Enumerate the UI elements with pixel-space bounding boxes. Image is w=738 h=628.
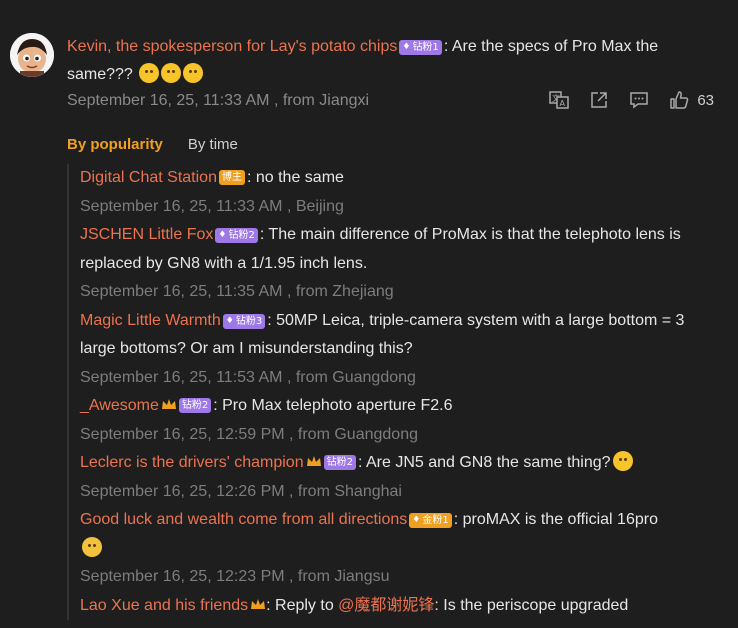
crown-icon [250, 595, 266, 611]
tab-by-popularity[interactable]: By popularity [67, 136, 163, 153]
blogger-badge[interactable]: 博主 [218, 170, 245, 185]
thinking-emoji-icon [161, 63, 182, 83]
fan-badge[interactable]: ♦ 钻粉3 [222, 313, 266, 329]
reply-text: JSCHEN Little Fox ♦ 钻粉2: The main differen… [80, 221, 720, 278]
reply-username[interactable]: Digital Chat Station [80, 169, 217, 186]
top-comment-meta: September 16, 25, 11:33 AM , from Jiangx… [67, 92, 369, 110]
reply-username[interactable]: Good luck and wealth come from all direc… [80, 511, 407, 528]
reply-username[interactable]: Magic Little Warmth [80, 312, 221, 329]
sort-tabs: By popularity By time [67, 136, 238, 153]
reply-meta: September 16, 25, 11:35 AM , from Zhejia… [80, 283, 394, 300]
reply-body: : Are JN5 and GN8 the same thing? [357, 454, 611, 471]
reply-meta: September 16, 25, 11:33 AM , Beijing [80, 197, 344, 215]
top-comment-location: , from Jiangxi [269, 92, 370, 109]
reply-meta: September 16, 25, 12:26 PM , from Shangh… [80, 482, 402, 500]
top-comment-time: September 16, 25, 11:33 AM [67, 92, 270, 109]
fan-badge[interactable]: 钻粉2 [323, 455, 356, 470]
tab-by-time[interactable]: By time [188, 136, 238, 153]
share-icon[interactable] [589, 90, 609, 110]
like-button[interactable]: 63 [669, 90, 714, 110]
comment-icon[interactable] [629, 90, 649, 110]
thumbs-up-icon [670, 91, 689, 109]
badge-label: 钻粉2 [181, 400, 209, 411]
diamond-icon: ♦ [218, 230, 227, 240]
diamond-icon: ♦ [225, 315, 234, 326]
thinking-emoji-icon [139, 63, 160, 83]
list-item: Magic Little Warmth ♦ 钻粉3: 50MP Leica, tri… [80, 307, 727, 393]
fan-badge[interactable]: ♦ 钻粉2 [215, 228, 258, 243]
crown-icon [161, 395, 177, 411]
badge-label: 钻粉3 [235, 315, 263, 327]
badge-label: 钻粉2 [326, 457, 353, 468]
diamond-icon: ♦ [402, 42, 411, 52]
reply-username[interactable]: Leclerc is the drivers' champion [80, 454, 304, 471]
list-item: Digital Chat Station 博主 : no the same Sept… [80, 164, 727, 221]
reply-body: : Pro Max telephoto aperture F2.6 [213, 397, 453, 414]
fan-badge-label: 钻粉1 [412, 42, 439, 53]
svg-text:A: A [560, 99, 566, 108]
crown-icon [306, 452, 322, 468]
reply-username[interactable]: _Awesome [80, 397, 159, 414]
badge-label: 金粉1 [422, 515, 449, 526]
comment-actions: 文A 63 [549, 90, 714, 110]
badge-label: 博主 [221, 172, 242, 183]
reply-username[interactable]: JSCHEN Little Fox [80, 226, 213, 243]
reply-text: Leclerc is the drivers' champion 钻粉2 : Are… [80, 449, 720, 478]
list-item: JSCHEN Little Fox ♦ 钻粉2: The main differen… [80, 221, 727, 307]
reply-text: Magic Little Warmth ♦ 钻粉3: 50MP Leica, tri… [80, 307, 720, 364]
badge-label: 钻粉2 [228, 230, 255, 241]
reply-prefix: : Reply to [266, 596, 339, 614]
diamond-icon: ♦ [412, 515, 421, 525]
reply-username[interactable]: Lao Xue and his friends [80, 597, 248, 614]
doge-emoji-icon [82, 536, 102, 557]
list-item: Lao Xue and his friends : Reply to @魔都谢妮锋… [80, 592, 727, 621]
reply-body: : proMAX is the official 16pro [453, 511, 658, 528]
shushing-emoji-icon [612, 451, 633, 471]
reply-text: Lao Xue and his friends : Reply to @魔都谢妮锋… [80, 592, 720, 621]
reply-meta: September 16, 25, 12:23 PM , from Jiangs… [80, 568, 390, 585]
reply-meta: September 16, 25, 11:53 AM , from Guangd… [80, 368, 416, 386]
list-item: _Awesome 钻粉2 : Pro Max telephoto aperture … [80, 392, 727, 449]
top-comment-username[interactable]: Kevin, the spokesperson for Lay's potato… [67, 38, 397, 55]
reply-body: : no the same [246, 169, 344, 186]
avatar[interactable] [10, 33, 54, 77]
translate-icon[interactable]: 文A [549, 90, 570, 110]
fan-badge[interactable]: 钻粉2 [178, 398, 212, 413]
reply-list: Digital Chat Station 博主 : no the same Sept… [67, 164, 727, 620]
list-item: Leclerc is the drivers' champion 钻粉2 : Are… [80, 449, 727, 506]
reply-meta: September 16, 25, 12:59 PM , from Guangd… [80, 425, 418, 443]
like-count: 63 [697, 91, 714, 109]
weibo-comment-panel: Kevin, the spokesperson for Lay's potato… [0, 0, 738, 628]
cartoon-boy-avatar-icon [10, 33, 54, 77]
reply-text: Digital Chat Station 博主 : no the same [80, 164, 720, 193]
list-item: Good luck and wealth come from all direc… [80, 506, 727, 592]
thinking-emoji-icon [183, 63, 204, 83]
fan-badge[interactable]: ♦ 钻粉1 [399, 40, 442, 55]
top-comment-text: Kevin, the spokesperson for Lay's potato… [67, 33, 707, 89]
gold-fan-badge[interactable]: ♦ 金粉1 [409, 513, 452, 528]
reply-text: _Awesome 钻粉2 : Pro Max telephoto aperture … [80, 392, 720, 421]
reply-text: Good luck and wealth come from all direc… [80, 506, 720, 563]
reply-body: : Is the periscope upgraded [434, 596, 629, 614]
mention-link[interactable]: @魔都谢妮锋 [338, 597, 434, 614]
